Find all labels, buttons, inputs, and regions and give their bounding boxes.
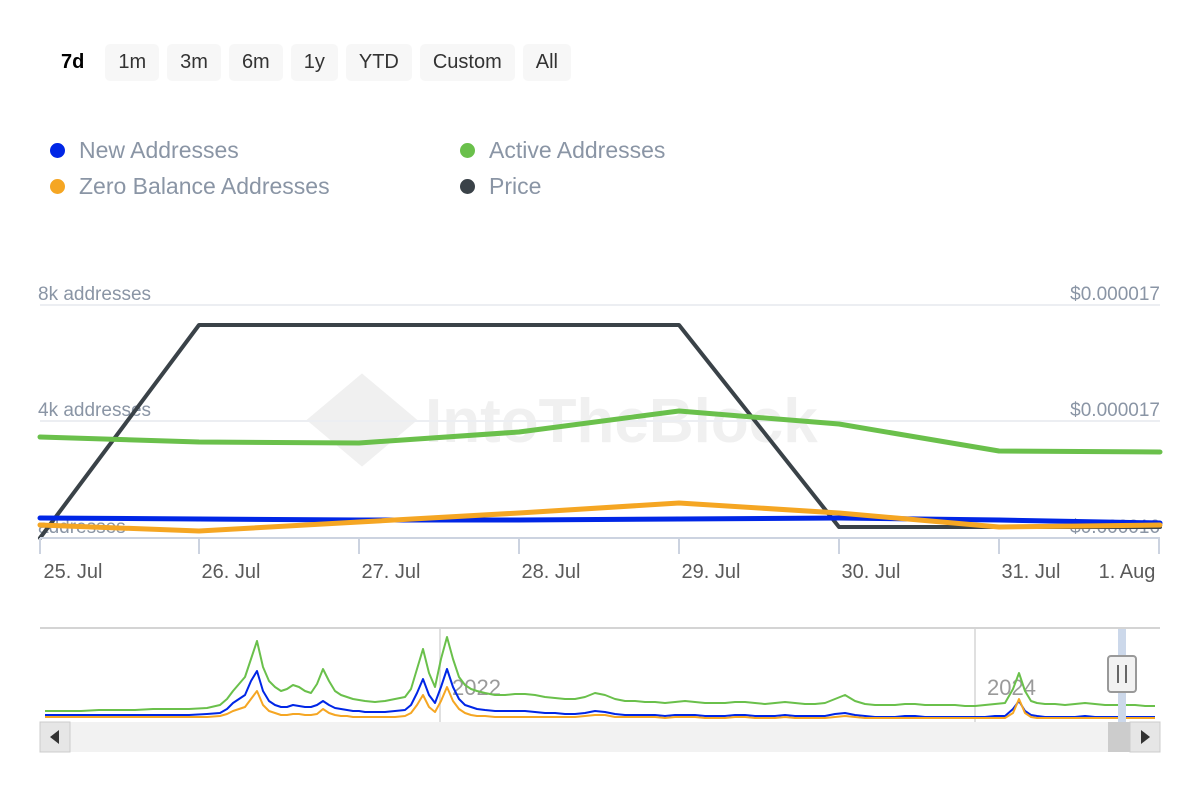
x-tick-label-6: 31. Jul bbox=[1002, 561, 1061, 583]
range-button-all[interactable]: All bbox=[522, 44, 571, 81]
x-tick-label-0: 25. Jul bbox=[44, 561, 103, 583]
legend-color-dot-price bbox=[460, 178, 475, 194]
legend-color-dot-new-addresses bbox=[50, 142, 65, 158]
x-tick-label-3: 28. Jul bbox=[522, 561, 581, 583]
chart-navigator[interactable]: 2022 2024 bbox=[0, 612, 1200, 762]
navigator-scrollbar-track[interactable] bbox=[40, 722, 1160, 752]
chart-page: 7d 1m 3m 6m 1y YTD Custom All New Addres… bbox=[0, 0, 1200, 800]
x-tick-label-5: 30. Jul bbox=[842, 561, 901, 583]
chart-legend: New Addresses Active Addresses Zero Bala… bbox=[50, 132, 830, 204]
legend-label-new-addresses: New Addresses bbox=[79, 136, 239, 163]
navigator-scrollbar-thumb[interactable] bbox=[1108, 722, 1130, 752]
navigator-scroll-left-button[interactable] bbox=[39, 721, 71, 753]
legend-color-dot-active-addresses bbox=[460, 142, 475, 158]
y-axis-label-8k: 8k addresses bbox=[38, 284, 151, 305]
x-axis-ticks bbox=[39, 538, 1160, 554]
legend-item-zero-balance-addresses[interactable]: Zero Balance Addresses bbox=[50, 168, 460, 204]
series-line-new-addresses bbox=[37, 515, 1163, 526]
range-button-custom[interactable]: Custom bbox=[419, 44, 515, 81]
x-tick-label-4: 29. Jul bbox=[682, 561, 741, 583]
y2-axis-label-top: $0.000017 bbox=[1070, 284, 1160, 305]
legend-color-dot-zero-balance-addresses bbox=[50, 178, 65, 194]
range-button-3m[interactable]: 3m bbox=[167, 44, 221, 81]
range-button-1y[interactable]: 1y bbox=[290, 44, 338, 81]
legend-label-active-addresses: Active Addresses bbox=[489, 136, 666, 163]
x-tick-label-7: 1. Aug bbox=[1099, 561, 1156, 583]
legend-label-price: Price bbox=[489, 172, 542, 199]
legend-item-new-addresses[interactable]: New Addresses bbox=[50, 132, 460, 168]
range-button-6m[interactable]: 6m bbox=[228, 44, 283, 81]
legend-item-active-addresses[interactable]: Active Addresses bbox=[460, 132, 820, 168]
legend-label-zero-balance-addresses: Zero Balance Addresses bbox=[79, 172, 330, 199]
range-button-1m[interactable]: 1m bbox=[105, 44, 160, 81]
legend-item-price[interactable]: Price bbox=[460, 168, 820, 204]
y2-axis-label-mid: $0.000017 bbox=[1070, 400, 1160, 421]
x-tick-label-2: 27. Jul bbox=[362, 561, 421, 583]
range-button-7d[interactable]: 7d bbox=[48, 44, 97, 81]
x-tick-label-1: 26. Jul bbox=[202, 561, 261, 583]
navigator-scroll-right-button[interactable] bbox=[1129, 721, 1161, 753]
main-chart[interactable]: IntoTheBlock 8k addresses 4k addresses a… bbox=[0, 270, 1200, 600]
range-button-ytd[interactable]: YTD bbox=[345, 44, 412, 81]
navigator-right-handle[interactable] bbox=[1107, 655, 1137, 693]
range-selector: 7d 1m 3m 6m 1y YTD Custom All bbox=[48, 44, 571, 81]
